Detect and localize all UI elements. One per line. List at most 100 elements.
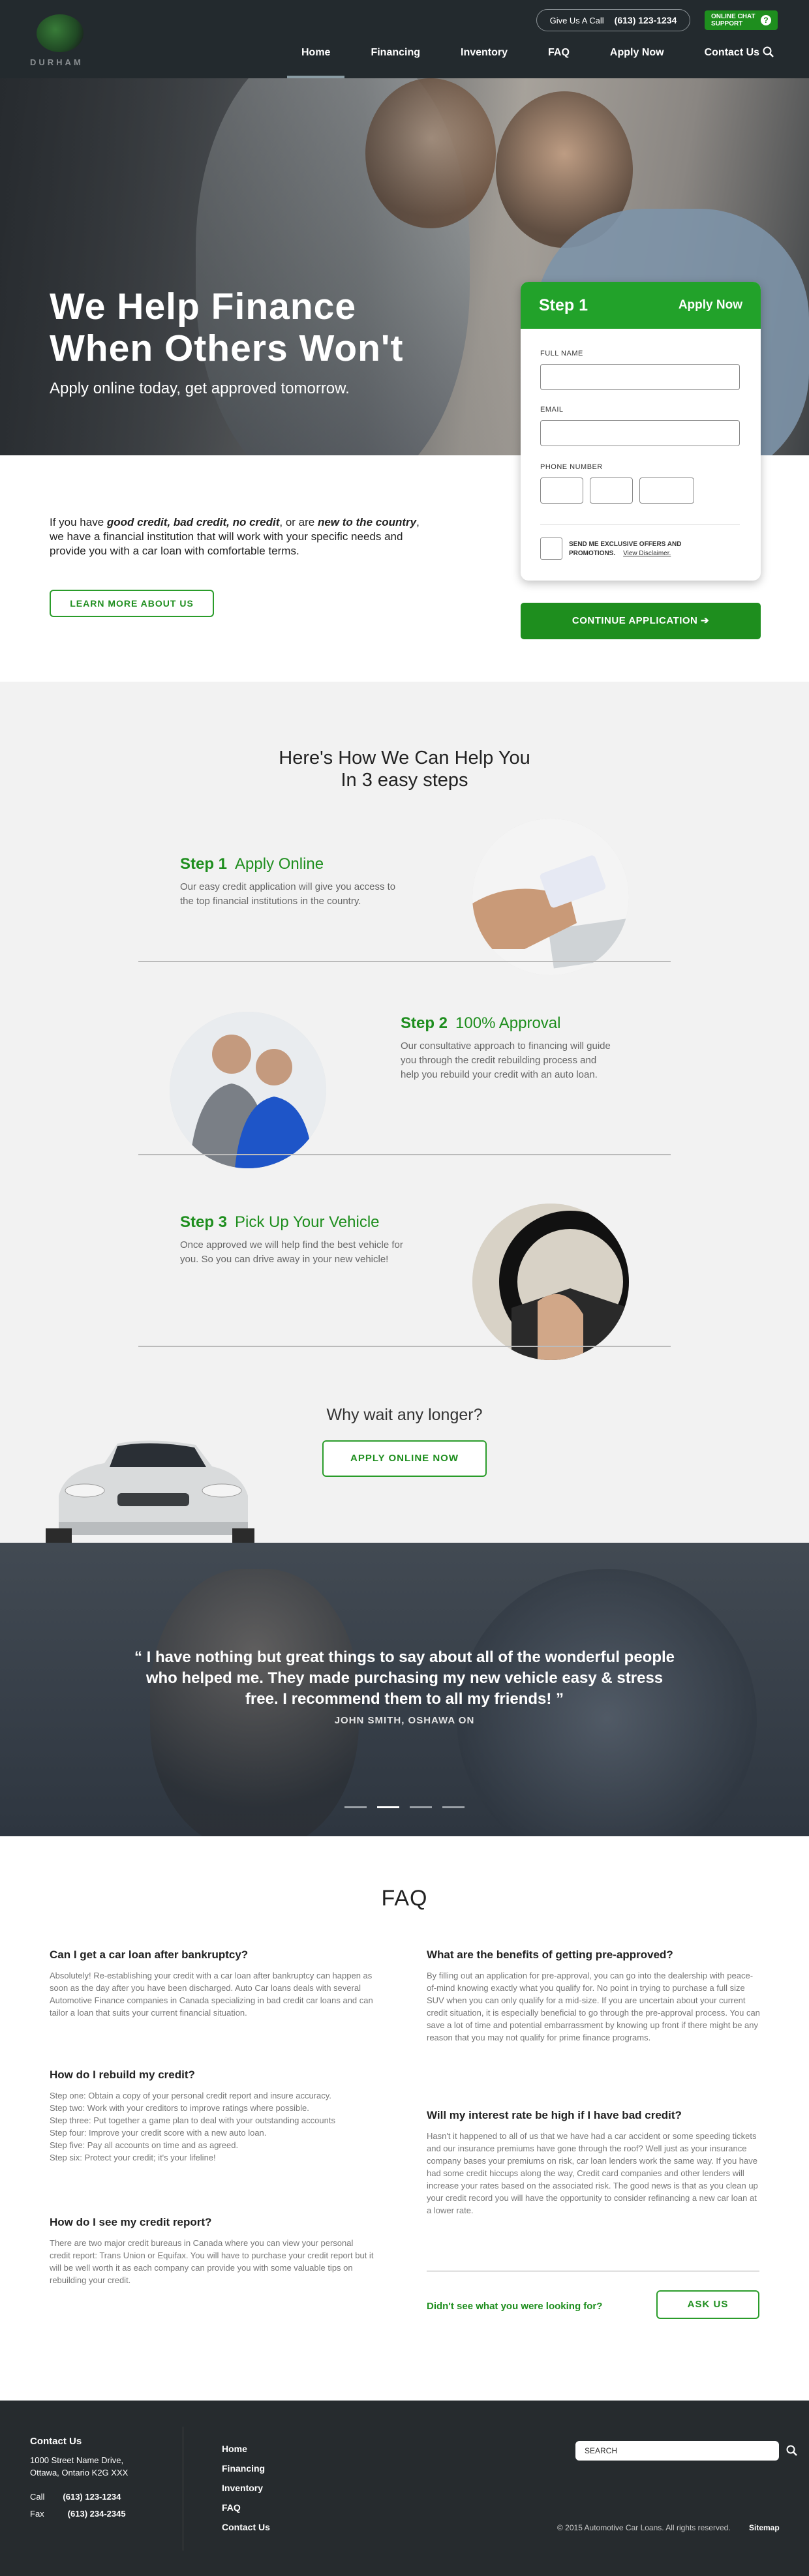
faq-question: How do I rebuild my credit? xyxy=(50,2068,195,2081)
call-label: Give Us A Call xyxy=(549,15,604,25)
step-title: Pick Up Your Vehicle xyxy=(235,1213,380,1231)
testimonial-author: JOHN SMITH, OSHAWA ON xyxy=(334,1715,475,1726)
faq-heading: FAQ xyxy=(381,1886,428,1911)
site-footer: Contact Us 1000 Street Name Drive, Ottaw… xyxy=(0,2401,809,2576)
continue-application-button[interactable]: CONTINUE APPLICATION ➔ xyxy=(521,603,761,639)
slider-dot-1[interactable] xyxy=(344,1806,367,1808)
nav-home[interactable]: Home xyxy=(287,40,345,78)
step-2-image xyxy=(170,1012,326,1168)
step-3: Step 3 Pick Up Your Vehicle Once approved… xyxy=(180,1213,408,1267)
slider-dot-3[interactable] xyxy=(410,1806,432,1808)
footer-link-home[interactable]: Home xyxy=(222,2444,270,2454)
hero-title: We Help Finance When Others Won't xyxy=(50,286,404,369)
footer-address: 1000 Street Name Drive, Ottawa, Ontario … xyxy=(30,2455,129,2478)
footer-link-faq[interactable]: FAQ xyxy=(222,2502,270,2513)
email-label: EMAIL xyxy=(540,406,564,414)
search-icon[interactable] xyxy=(786,2444,799,2457)
sitemap-link[interactable]: Sitemap xyxy=(749,2523,780,2532)
search-icon[interactable] xyxy=(762,46,775,59)
faq-answer: There are two major credit bureaus in Ca… xyxy=(50,2238,374,2285)
full-name-input[interactable] xyxy=(540,364,740,390)
phone-label: PHONE NUMBER xyxy=(540,463,603,471)
faq-item: Can I get a car loan after bankruptcy? A… xyxy=(50,1948,376,2019)
steps-heading: Here's How We Can Help You In 3 easy ste… xyxy=(279,748,530,791)
footer-links: Home Financing Inventory FAQ Contact Us xyxy=(222,2444,270,2541)
steps-section: Here's How We Can Help You In 3 easy ste… xyxy=(0,682,809,1543)
disclaimer-link[interactable]: View Disclaimer. xyxy=(623,550,671,557)
promo-checkbox[interactable] xyxy=(540,538,562,560)
nav-inventory[interactable]: Inventory xyxy=(446,40,522,78)
copyright: © 2015 Automotive Car Loans. All rights … xyxy=(557,2523,731,2532)
faq-answer: Step one: Obtain a copy of your personal… xyxy=(50,2091,335,2162)
testimonial-quote: “ I have nothing but great things to say… xyxy=(134,1648,675,1708)
nav-apply-now[interactable]: Apply Now xyxy=(596,40,679,78)
step-title: Apply Online xyxy=(235,855,324,873)
step-text: Our consultative approach to financing w… xyxy=(401,1040,611,1080)
full-name-label: FULL NAME xyxy=(540,350,583,357)
footer-link-financing[interactable]: Financing xyxy=(222,2463,270,2474)
footer-fax: Fax (613) 234-2345 xyxy=(30,2509,126,2519)
arrow-right-icon: ➔ xyxy=(701,615,710,626)
step-1-image xyxy=(472,819,629,975)
application-form: Step 1 Apply Now FULL NAME EMAIL PHONE N… xyxy=(521,282,761,581)
footer-search-input[interactable]: SEARCH xyxy=(575,2441,797,2461)
phone-line-input[interactable] xyxy=(639,477,694,504)
faq-answer: By filling out an application for pre-ap… xyxy=(427,1971,760,2042)
wait-heading: Why wait any longer? xyxy=(326,1406,483,1424)
faq-question: Can I get a car loan after bankruptcy? xyxy=(50,1948,249,1961)
step-text: Our easy credit application will give yo… xyxy=(180,881,396,907)
form-step-label: Step 1 xyxy=(539,295,588,314)
nav-financing[interactable]: Financing xyxy=(356,40,435,78)
faq-question: Will my interest rate be high if I have … xyxy=(427,2109,682,2121)
step-number: Step 3 xyxy=(180,1213,228,1231)
logo-text: DURHAM xyxy=(30,57,84,67)
faq-item: How do I rebuild my credit? Step one: Ob… xyxy=(50,2068,376,2164)
email-input[interactable] xyxy=(540,420,740,446)
faq-item: Will my interest rate be high if I have … xyxy=(427,2109,761,2217)
faq-answer: Absolutely! Re-establishing your credit … xyxy=(50,1971,373,2018)
form-header: Step 1 Apply Now xyxy=(521,282,761,329)
step-1: Step 1 Apply Online Our easy credit appli… xyxy=(180,855,408,909)
call-phone: (613) 123-1234 xyxy=(614,15,677,25)
slider-dot-2[interactable] xyxy=(377,1806,399,1808)
slider-dots xyxy=(344,1806,465,1808)
step-number: Step 1 xyxy=(180,855,228,873)
footer-phone: Call (613) 123-1234 xyxy=(30,2492,121,2502)
step-2: Step 2 100% Approval Our consultative app… xyxy=(401,1014,616,1082)
hero-subtitle: Apply online today, get approved tomorro… xyxy=(50,380,350,397)
logo[interactable]: DURHAM xyxy=(26,12,98,70)
step-3-image xyxy=(472,1204,629,1360)
step-title: 100% Approval xyxy=(455,1014,561,1032)
site-header: DURHAM Give Us A Call (613) 123-1234 ONL… xyxy=(0,0,809,78)
faq-answer: Hasn't it happened to all of us that we … xyxy=(427,2131,758,2215)
faq-question: How do I see my credit report? xyxy=(50,2216,212,2228)
footer-link-inventory[interactable]: Inventory xyxy=(222,2483,270,2493)
apply-online-now-button[interactable]: APPLY ONLINE NOW xyxy=(322,1440,487,1477)
nav-contact-us[interactable]: Contact Us xyxy=(690,40,774,78)
not-found-text: Didn't see what you were looking for? xyxy=(427,2301,603,2312)
form-divider xyxy=(540,524,740,525)
step-number: Step 2 xyxy=(401,1014,448,1032)
faq-section: FAQ Can I get a car loan after bankruptc… xyxy=(0,1836,809,2401)
footer-contact-title: Contact Us xyxy=(30,2436,82,2447)
ask-us-button[interactable]: ASK US xyxy=(656,2290,759,2319)
learn-more-button[interactable]: LEARN MORE ABOUT US xyxy=(50,590,214,617)
intro-text: If you have good credit, bad credit, no … xyxy=(50,516,420,557)
faq-question: What are the benefits of getting pre-app… xyxy=(427,1948,673,1961)
car-image xyxy=(46,1440,254,1543)
slider-dot-4[interactable] xyxy=(442,1806,465,1808)
nav-faq[interactable]: FAQ xyxy=(534,40,584,78)
phone-area-code-input[interactable] xyxy=(540,477,583,504)
faq-item: What are the benefits of getting pre-app… xyxy=(427,1948,761,2044)
online-chat-button[interactable]: ONLINE CHAT SUPPORT ? xyxy=(705,10,778,30)
step-text: Once approved we will help find the best… xyxy=(180,1239,403,1265)
promo-label: SEND ME EXCLUSIVE OFFERS AND PROMOTIONS.… xyxy=(569,541,682,557)
footer-link-contact-us[interactable]: Contact Us xyxy=(222,2522,270,2532)
help-icon: ? xyxy=(761,15,771,25)
phone-prefix-input[interactable] xyxy=(590,477,633,504)
form-apply-label: Apply Now xyxy=(678,298,742,312)
call-button[interactable]: Give Us A Call (613) 123-1234 xyxy=(536,9,690,31)
logo-mark xyxy=(37,14,84,52)
testimonial-section: “ I have nothing but great things to say… xyxy=(0,1543,809,1836)
main-nav: Home Financing Inventory FAQ Apply Now C… xyxy=(287,40,786,78)
